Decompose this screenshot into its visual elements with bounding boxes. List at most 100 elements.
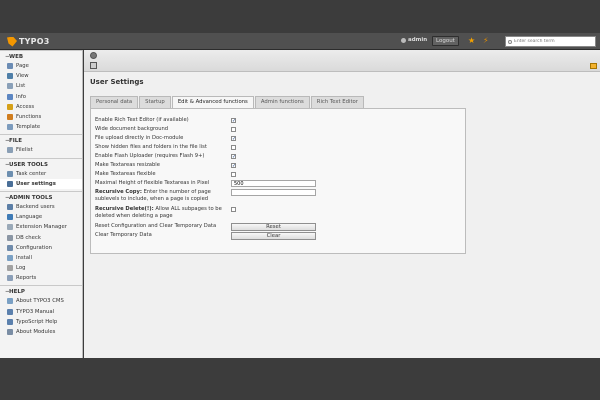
bookmarks-star-icon[interactable]: ★ (468, 36, 475, 46)
setting-row: Show hidden files and folders in the fil… (95, 144, 465, 153)
search-input[interactable] (514, 39, 592, 44)
sidebar-item-label: About Modules (16, 329, 56, 336)
menu-group-title[interactable]: −User tools (0, 161, 82, 169)
tab-rich-text-editor[interactable]: Rich Text Editor (310, 96, 364, 108)
clear-button[interactable]: Clear (231, 232, 316, 240)
user-menu[interactable]: admin (401, 37, 427, 43)
top-bar: TYPO3 admin Logout ★ ⚡ (0, 33, 600, 50)
setting-checkbox[interactable]: ✓ (231, 118, 236, 124)
setting-checkbox[interactable] (231, 145, 236, 150)
save-icon[interactable] (90, 62, 97, 69)
sidebar-item-label: Configuration (16, 244, 52, 251)
gear-icon[interactable] (90, 52, 97, 59)
setting-label: Recursive Copy: Enter the number of page… (95, 189, 231, 202)
sidebar-item-reports[interactable]: Reports (0, 273, 82, 283)
folder-icon (7, 147, 13, 154)
sidebar-item-access[interactable]: Access (0, 102, 82, 112)
task-icon (7, 170, 13, 177)
sidebar-item-extension-manager[interactable]: Extension Manager (0, 222, 82, 232)
menu-group-web: −Web Page View List Info Access Functions Templ… (0, 50, 82, 134)
eye-icon (7, 73, 13, 80)
menu-group-label: Admin tools (9, 194, 53, 201)
sidebar-item-install[interactable]: Install (0, 253, 82, 263)
sidebar-item-view[interactable]: View (0, 71, 82, 81)
typo3-logo[interactable]: TYPO3 (7, 36, 49, 47)
typo3-logo-icon (7, 36, 17, 47)
sidebar-item-typoscript-help[interactable]: TypoScript Help (0, 317, 82, 327)
setting-checkbox[interactable] (231, 207, 236, 212)
menu-group-title[interactable]: −Help (0, 288, 82, 296)
setting-row: Enable Flash Uploader (requires Flash 9+… (95, 153, 465, 162)
sidebar-item-backend-users[interactable]: Backend users (0, 202, 82, 212)
setting-row: Clear Temporary Data Clear (95, 232, 465, 241)
sidebar-item-info[interactable]: Info (0, 92, 82, 102)
setting-text-input[interactable] (231, 189, 316, 196)
database-icon (7, 234, 13, 241)
sidebar-item-user-settings[interactable]: User settings (0, 178, 82, 189)
setting-checkbox[interactable]: ✓ (231, 163, 236, 169)
setting-label-text: Maximal Height of flexible Textareas in … (95, 180, 210, 186)
tab-startup[interactable]: Startup (139, 96, 171, 108)
logout-button[interactable]: Logout (432, 36, 459, 46)
menu-group-file: −File Filelist (0, 134, 82, 157)
sidebar-item-template[interactable]: Template (0, 122, 82, 132)
sidebar-item-label: Extension Manager (16, 224, 67, 231)
menu-group-admin-tools: −Admin tools Backend users Language Extensi… (0, 190, 82, 286)
sidebar-item-log[interactable]: Log (0, 263, 82, 273)
sidebar-item-label: Log (16, 265, 26, 272)
sidebar-item-label: Backend users (16, 203, 55, 210)
setting-text-input[interactable] (231, 180, 316, 187)
tab-personal-data[interactable]: Personal data (90, 96, 139, 108)
setting-label-text: Show hidden files and folders in the fil… (95, 144, 207, 150)
page-title: User Settings (90, 78, 144, 86)
setting-checkbox[interactable]: ✓ (231, 154, 236, 160)
setting-row: Make Textareas flexible (95, 171, 465, 180)
setting-label-text: Make Textareas flexible (95, 171, 156, 177)
key-icon (7, 103, 13, 110)
sidebar-item-label: Info (16, 93, 27, 100)
setting-label: Maximal Height of flexible Textareas in … (95, 180, 231, 187)
setting-label-text: Wide document background (95, 126, 169, 132)
sidebar-item-label: Task center (16, 170, 47, 177)
sidebar-item-label: TYPO3 Manual (16, 308, 55, 315)
sidebar-item-db-check[interactable]: DB check (0, 232, 82, 242)
sidebar-item-list[interactable]: List (0, 81, 82, 91)
setting-row: File upload directly in Doc-module ✓ (95, 135, 465, 144)
tab-admin-functions[interactable]: Admin functions (254, 96, 310, 108)
sidebar-item-language[interactable]: Language (0, 212, 82, 222)
reset-button[interactable]: Reset (231, 223, 316, 231)
setting-label-text: File upload directly in Doc-module (95, 135, 184, 141)
sidebar-item-typo3-manual[interactable]: TYPO3 Manual (0, 307, 82, 317)
wrench-icon (7, 114, 13, 121)
menu-group-title[interactable]: −Admin tools (0, 194, 82, 202)
setting-checkbox[interactable] (231, 127, 236, 132)
extension-icon (7, 224, 13, 231)
bottom-band (84, 358, 600, 400)
sidebar-item-configuration[interactable]: Configuration (0, 243, 82, 253)
menu-group-title[interactable]: −Web (0, 53, 82, 61)
setting-label: Enable Flash Uploader (requires Flash 9+… (95, 153, 231, 160)
search-box[interactable] (505, 36, 596, 47)
shortcut-icon[interactable] (590, 63, 597, 69)
menu-group-label: Help (9, 289, 25, 296)
sidebar-item-label: User settings (16, 180, 56, 187)
setting-checkbox[interactable]: ✓ (231, 136, 236, 142)
sidebar-item-page[interactable]: Page (0, 61, 82, 71)
sidebar-item-label: Access (16, 103, 35, 110)
setting-label-text: Enable Flash Uploader (requires Flash 9+… (95, 153, 205, 159)
sidebar-item-task-center[interactable]: Task center (0, 169, 82, 179)
tab-bar: Personal data Startup Edit & Advanced func… (90, 96, 365, 109)
sidebar-item-about-typo3-cms[interactable]: About TYPO3 CMS (0, 296, 82, 306)
sidebar-item-functions[interactable]: Functions (0, 112, 82, 122)
cache-bolt-icon[interactable]: ⚡ (483, 36, 489, 46)
page-icon (7, 63, 13, 70)
sidebar-item-about-modules[interactable]: About Modules (0, 327, 82, 337)
sidebar-item-filelist[interactable]: Filelist (0, 145, 82, 155)
user-icon (401, 37, 406, 43)
sidebar-item-label: Functions (16, 114, 42, 121)
sidebar-item-label: Filelist (16, 147, 33, 154)
menu-group-title[interactable]: −File (0, 137, 82, 145)
setting-checkbox[interactable] (231, 172, 236, 177)
setting-label: Make Textareas resizable (95, 162, 231, 169)
setting-label-text: Reset Configuration and Clear Temporary … (95, 223, 217, 229)
